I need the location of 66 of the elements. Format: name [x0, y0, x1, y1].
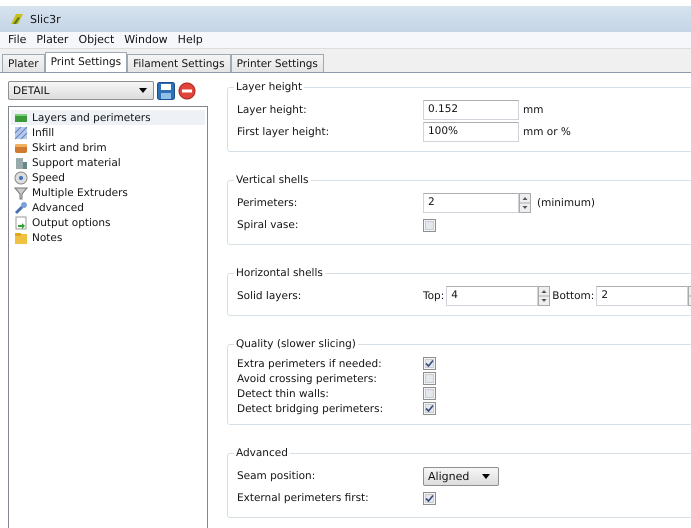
tab[interactable]: Printer Settings — [230, 54, 324, 72]
tab[interactable]: Print Settings — [44, 52, 128, 72]
sidebar-item[interactable]: Layers and perimeters — [11, 110, 205, 125]
caret-icon — [139, 88, 147, 93]
caret-icon — [482, 474, 490, 478]
checkbox[interactable] — [423, 218, 436, 232]
field-label: Spiral vase: — [237, 219, 300, 231]
group-title: Layer height — [235, 81, 304, 93]
preset-dropdown[interactable]: DETAIL — [8, 81, 154, 100]
checkbox[interactable] — [423, 387, 436, 400]
sidebar-item[interactable]: Skirt and brim — [11, 140, 205, 155]
field-label: Detect thin walls: — [237, 388, 330, 400]
sidebar-item[interactable]: Output options — [11, 215, 205, 230]
menu-item[interactable]: Object — [73, 32, 120, 48]
checkbox[interactable] — [423, 402, 436, 415]
menu-item[interactable]: Help — [172, 32, 208, 48]
field-label: Detect bridging perimeters: — [237, 402, 384, 414]
sidebar-item[interactable]: Infill — [11, 125, 205, 140]
building-icon — [14, 156, 28, 170]
group-title: Advanced — [235, 447, 289, 459]
funnel-icon — [14, 186, 28, 200]
field-label: External perimeters first: — [237, 492, 370, 504]
window-title: Slic3r — [30, 12, 61, 26]
delete-icon[interactable] — [178, 82, 196, 100]
seam-dropdown[interactable]: Aligned — [423, 466, 499, 486]
spinner-icon[interactable] — [519, 193, 531, 213]
group-title: Horizontal shells — [235, 267, 324, 279]
tab[interactable]: Plater — [2, 54, 45, 72]
field-prefix: Top: — [423, 290, 444, 302]
input-field[interactable]: 0.152 — [423, 100, 519, 120]
menu-item[interactable]: File — [3, 32, 32, 48]
spinner-icon[interactable] — [538, 286, 550, 306]
checkbox[interactable] — [423, 492, 436, 504]
field-label: Perimeters: — [237, 197, 298, 209]
field-label: First layer height: — [237, 126, 330, 138]
sidebar-item[interactable]: Notes — [11, 230, 205, 245]
input-field[interactable]: 100% — [423, 122, 519, 142]
number-field[interactable]: 2 — [423, 193, 519, 213]
checkbox[interactable] — [423, 372, 436, 385]
document-icon — [14, 216, 28, 230]
menu-item[interactable]: Plater — [31, 32, 74, 48]
field-label: Solid layers: — [237, 290, 302, 302]
unit-label: mm — [523, 104, 544, 116]
field-label: Layer height: — [237, 104, 308, 116]
checkbox[interactable] — [423, 357, 436, 370]
unit-label: (minimum) — [537, 197, 596, 209]
sidebar-item[interactable]: Multiple Extruders — [11, 185, 205, 200]
field-prefix: Bottom: — [552, 290, 594, 302]
sidebar-item[interactable]: Advanced — [11, 200, 205, 215]
folder-icon — [14, 230, 28, 244]
number-field[interactable]: 4 — [446, 286, 538, 306]
field-label: Extra perimeters if needed: — [237, 358, 383, 370]
field-label: Avoid crossing perimeters: — [237, 372, 378, 384]
tab[interactable]: Filament Settings — [127, 54, 231, 72]
field-label: Seam position: — [237, 470, 316, 482]
save-icon[interactable] — [157, 82, 175, 100]
unit-label: mm or % — [523, 126, 571, 138]
group-title: Quality (slower slicing) — [235, 338, 357, 350]
number-field[interactable]: 2 — [596, 286, 688, 306]
group-title: Vertical shells — [235, 174, 310, 186]
sidebar-item[interactable]: Speed — [11, 170, 205, 185]
sidebar-item[interactable]: Support material — [11, 155, 205, 170]
menu-item[interactable]: Window — [119, 32, 173, 48]
gauge-icon — [14, 170, 28, 184]
app-icon — [10, 12, 24, 26]
hatch-icon — [14, 126, 28, 140]
